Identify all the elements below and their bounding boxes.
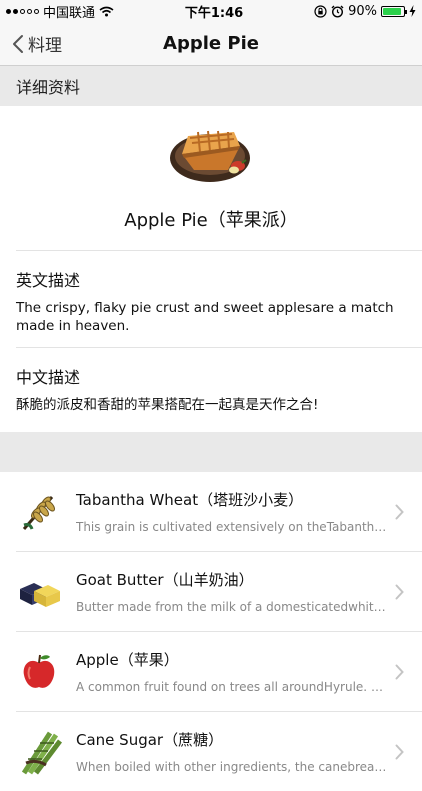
english-description: 英文描述 The crispy, flaky pie crust and swe…: [0, 251, 422, 347]
ingredient-name: Apple（苹果）: [76, 651, 179, 669]
chinese-description-heading: 中文描述: [16, 368, 81, 387]
ingredient-row-apple[interactable]: Apple（苹果） A common fruit found on trees …: [0, 632, 422, 711]
back-button[interactable]: 料理: [0, 31, 62, 56]
chinese-description: 中文描述 酥脆的派皮和香甜的苹果搭配在一起真是天作之合!: [0, 348, 422, 426]
page-title: Apple Pie: [163, 33, 259, 54]
chevron-right-icon: [395, 504, 404, 519]
signal-strength-icon: [6, 8, 39, 14]
chevron-right-icon: [395, 584, 404, 599]
section-header-details: 详细资料: [0, 66, 422, 106]
ingredient-list: Tabantha Wheat（塔班沙小麦） This grain is cult…: [0, 472, 422, 791]
battery-percent: 90%: [348, 3, 377, 19]
section-spacer: [0, 432, 422, 472]
ingredient-description: When boiled with other ingredients, the …: [76, 760, 388, 774]
navigation-bar: 料理 Apple Pie: [0, 22, 422, 66]
back-label: 料理: [28, 36, 62, 56]
butter-icon: [20, 582, 60, 607]
dish-name: Apple Pie（苹果派）: [124, 210, 298, 231]
apple-icon: [23, 654, 55, 688]
english-description-heading: 英文描述: [16, 271, 81, 290]
wifi-icon: [99, 6, 114, 16]
chinese-description-text: 酥脆的派皮和香甜的苹果搭配在一起真是天作之合!: [16, 397, 319, 413]
cane-sugar-icon: [21, 731, 62, 774]
ingredient-row-goat-butter[interactable]: Goat Butter（山羊奶油） Butter made from the m…: [0, 552, 422, 631]
wheat-icon: [22, 495, 55, 530]
ingredient-description: This grain is cultivated extensively on …: [76, 520, 388, 534]
ingredient-row-tabantha-wheat[interactable]: Tabantha Wheat（塔班沙小麦） This grain is cult…: [0, 472, 422, 551]
ingredient-name: Goat Butter（山羊奶油）: [76, 571, 254, 589]
apple-pie-image: [170, 130, 250, 182]
alarm-icon: [331, 5, 344, 18]
ingredient-name: Cane Sugar（蔗糖）: [76, 731, 224, 749]
english-description-text: The crispy, flaky pie crust and sweet ap…: [16, 300, 394, 334]
charging-bolt-icon: [409, 5, 416, 17]
battery-icon: [380, 5, 407, 17]
ingredient-description: A common fruit found on trees all around…: [76, 680, 388, 694]
chevron-right-icon: [395, 664, 404, 679]
status-time: 下午1:46: [184, 5, 244, 21]
carrier-name: 中国联通: [43, 5, 96, 21]
ingredient-description: Butter made from the milk of a domestica…: [76, 600, 388, 614]
dish-hero: Apple Pie（苹果派）: [0, 106, 422, 250]
chevron-left-icon: [13, 34, 23, 53]
chevron-right-icon: [395, 744, 404, 759]
ingredient-name: Tabantha Wheat（塔班沙小麦）: [76, 491, 304, 509]
rotation-lock-icon: [314, 4, 327, 18]
status-bar: 中国联通 下午1:46 90%: [0, 0, 422, 22]
ingredient-row-cane-sugar[interactable]: Cane Sugar（蔗糖） When boiled with other in…: [0, 712, 422, 791]
